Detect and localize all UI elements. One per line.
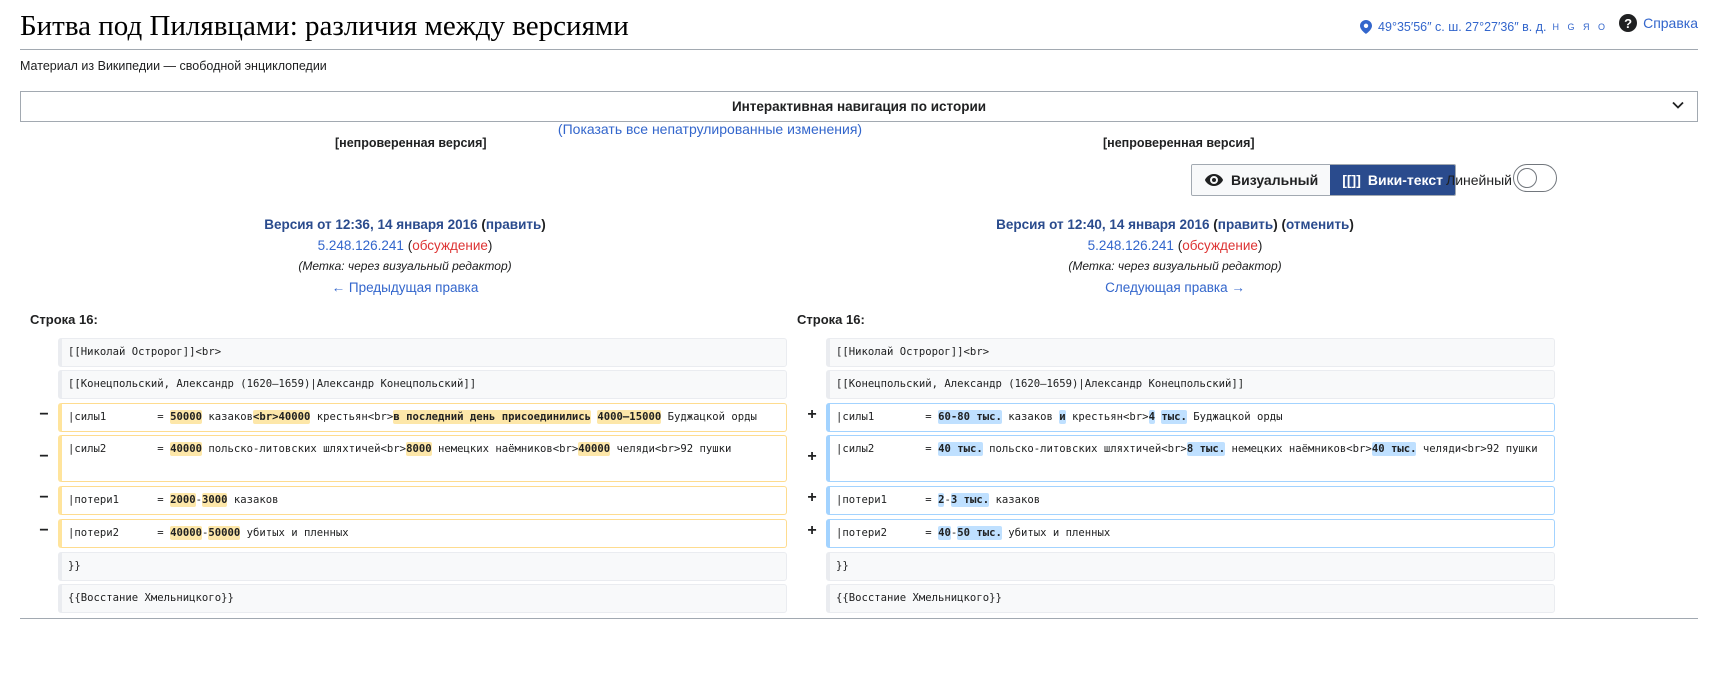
left-revision-user: 5.248.126.241 (обсуждение) — [317, 238, 493, 253]
context-line-right: [[Николай Остророг]]<br> — [826, 338, 1555, 367]
help-link[interactable]: ? Справка — [1619, 14, 1698, 32]
addition-marker: + — [807, 522, 817, 539]
addition-marker: + — [807, 489, 817, 506]
left-revision-header: Версия от 12:36, 14 января 2016 (править… — [55, 214, 755, 298]
deleted-line: |силы2 = 40000 польско-литовских шляхтич… — [58, 435, 787, 482]
help-icon: ? — [1619, 14, 1638, 32]
wikitext-icon: [[]] — [1342, 172, 1361, 188]
left-revision-tag: (Метка: через визуальный редактор) — [298, 259, 512, 273]
context-line-right: }} — [826, 552, 1555, 581]
deletion-marker: − — [39, 522, 49, 539]
right-revision-tag: (Метка: через визуальный редактор) — [1068, 259, 1282, 273]
deletion-marker: − — [39, 406, 49, 423]
deleted-line: |силы1 = 50000 казаков<br>40000 крестьян… — [58, 403, 787, 432]
context-line-left: [[Николай Остророг]]<br> — [58, 338, 787, 367]
left-unverified-label: [непроверенная версия] — [335, 136, 487, 150]
bottom-divider — [20, 618, 1698, 619]
added-line: |потери1 = 2-3 тыс. казаков — [826, 486, 1555, 515]
left-user-link[interactable]: 5.248.126.241 — [318, 238, 404, 253]
page-title: Битва под Пилявцами: различия между верс… — [20, 10, 629, 42]
right-talk-link[interactable]: обсуждение — [1182, 238, 1258, 253]
site-tagline: Материал из Википедии — свободной энцикл… — [20, 59, 327, 73]
linear-label: Линейный — [1446, 172, 1512, 188]
context-line-right: {{Восстание Хмельницкого}} — [826, 584, 1555, 613]
toggle-knob — [1517, 168, 1537, 188]
left-version-link[interactable]: Версия от 12:36, 14 января 2016 — [264, 217, 477, 232]
context-line-left: [[Конецпольский, Александр (1620—1659)|А… — [58, 370, 787, 399]
left-line-number: Строка 16: — [30, 312, 98, 327]
context-line-left: {{Восстание Хмельницкого}} — [58, 584, 787, 613]
added-line: |потери2 = 40-50 тыс. убитых и пленных — [826, 519, 1555, 548]
linear-toggle-switch[interactable] — [1513, 164, 1557, 192]
coordinate-map-links[interactable]: H G Я O — [1552, 22, 1608, 32]
diff-view-toggle: Визуальный [[]] Вики-текст — [1191, 164, 1456, 196]
wikitext-button[interactable]: [[]] Вики-текст — [1330, 165, 1455, 195]
history-navigation-toggle[interactable]: Интерактивная навигация по истории — [20, 91, 1698, 122]
left-talk-link[interactable]: обсуждение — [412, 238, 488, 253]
added-line: |силы1 = 60-80 тыс. казаков и крестьян<b… — [826, 403, 1555, 432]
coordinates-text[interactable]: 49°35′56″ с. ш. 27°27′36″ в. д. — [1378, 20, 1546, 34]
deletion-marker: − — [39, 448, 49, 465]
added-line: |силы2 = 40 тыс. польско-литовских шляхт… — [826, 435, 1555, 482]
right-line-number: Строка 16: — [797, 312, 865, 327]
right-revision-user: 5.248.126.241 (обсуждение) — [1087, 238, 1263, 253]
deleted-line: |потери1 = 2000-3000 казаков — [58, 486, 787, 515]
context-line-left: }} — [58, 552, 787, 581]
right-edit-link[interactable]: править — [1218, 217, 1273, 232]
deletion-marker: − — [39, 489, 49, 506]
eye-icon — [1205, 174, 1223, 186]
next-edit-link[interactable]: Следующая правка → — [1105, 280, 1245, 295]
right-user-link[interactable]: 5.248.126.241 — [1088, 238, 1174, 253]
coordinates[interactable]: 49°35′56″ с. ш. 27°27′36″ в. д. H G Я O — [1360, 20, 1608, 34]
right-revision-header: Версия от 12:40, 14 января 2016 (править… — [825, 214, 1525, 298]
help-label[interactable]: Справка — [1643, 15, 1698, 31]
history-navigation-title: Интерактивная навигация по истории — [731, 99, 987, 114]
map-pin-icon — [1360, 20, 1373, 34]
right-unverified-label: [непроверенная версия] — [1103, 136, 1255, 150]
show-unpatrolled-link[interactable]: Показать все непатрулированные изменения — [563, 121, 858, 137]
right-revision-title: Версия от 12:40, 14 января 2016 (править… — [996, 217, 1354, 232]
left-edit-link[interactable]: править — [486, 217, 541, 232]
left-revision-title: Версия от 12:36, 14 января 2016 (править… — [264, 217, 546, 232]
right-version-link[interactable]: Версия от 12:40, 14 января 2016 — [996, 217, 1209, 232]
previous-edit-link[interactable]: ← Предыдущая правка — [332, 280, 479, 295]
addition-marker: + — [807, 406, 817, 423]
context-line-right: [[Конецпольский, Александр (1620—1659)|А… — [826, 370, 1555, 399]
undo-link[interactable]: отменить — [1286, 217, 1349, 232]
addition-marker: + — [807, 448, 817, 465]
chevron-down-icon[interactable] — [1671, 98, 1685, 112]
deleted-line: |потери2 = 40000-50000 убитых и пленных — [58, 519, 787, 548]
visual-button[interactable]: Визуальный — [1192, 165, 1331, 195]
title-divider — [20, 49, 1698, 50]
patrol-line: (Показать все непатрулированные изменени… — [557, 121, 863, 137]
